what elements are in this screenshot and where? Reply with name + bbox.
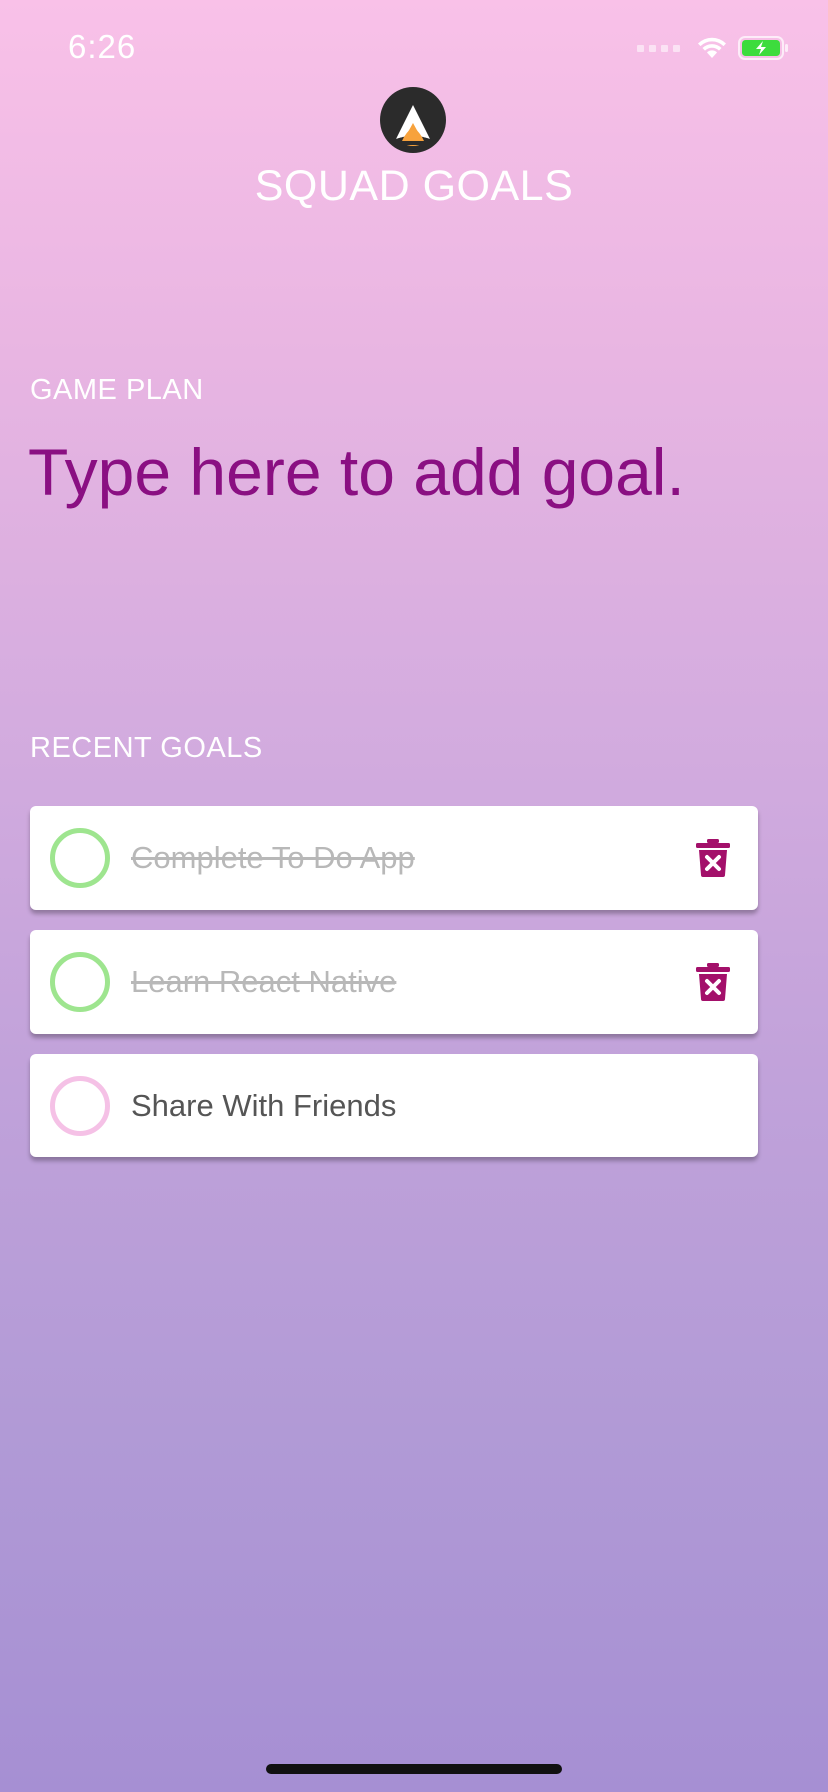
add-goal-input[interactable] [28,432,798,512]
status-icons [637,36,790,60]
status-bar: 6:26 [0,0,828,100]
goal-item[interactable]: Complete To Do App [30,806,758,910]
goal-item[interactable]: Learn React Native [30,930,758,1034]
goal-text: Learn React Native [131,964,397,999]
goal-complete-toggle[interactable] [50,828,110,888]
goal-item[interactable]: Share With Friends [30,1054,758,1157]
goal-complete-toggle[interactable] [50,952,110,1012]
goal-complete-toggle[interactable] [50,1076,110,1136]
squad-logo-icon [380,87,446,153]
trash-icon[interactable] [696,963,730,1001]
goal-text: Share With Friends [131,1088,397,1123]
signal-icon [637,44,680,52]
trash-icon[interactable] [696,839,730,877]
wifi-icon [698,37,726,58]
home-indicator[interactable] [266,1764,562,1774]
status-time: 6:26 [68,28,137,65]
recent-goals-label: RECENT GOALS [30,732,263,764]
battery-charging-icon [738,36,788,60]
goal-list: Complete To Do App Learn React Native Sh… [30,806,758,1177]
goal-text: Complete To Do App [131,840,415,875]
app-title: SQUAD GOALS [254,162,574,210]
game-plan-label: GAME PLAN [30,374,204,406]
